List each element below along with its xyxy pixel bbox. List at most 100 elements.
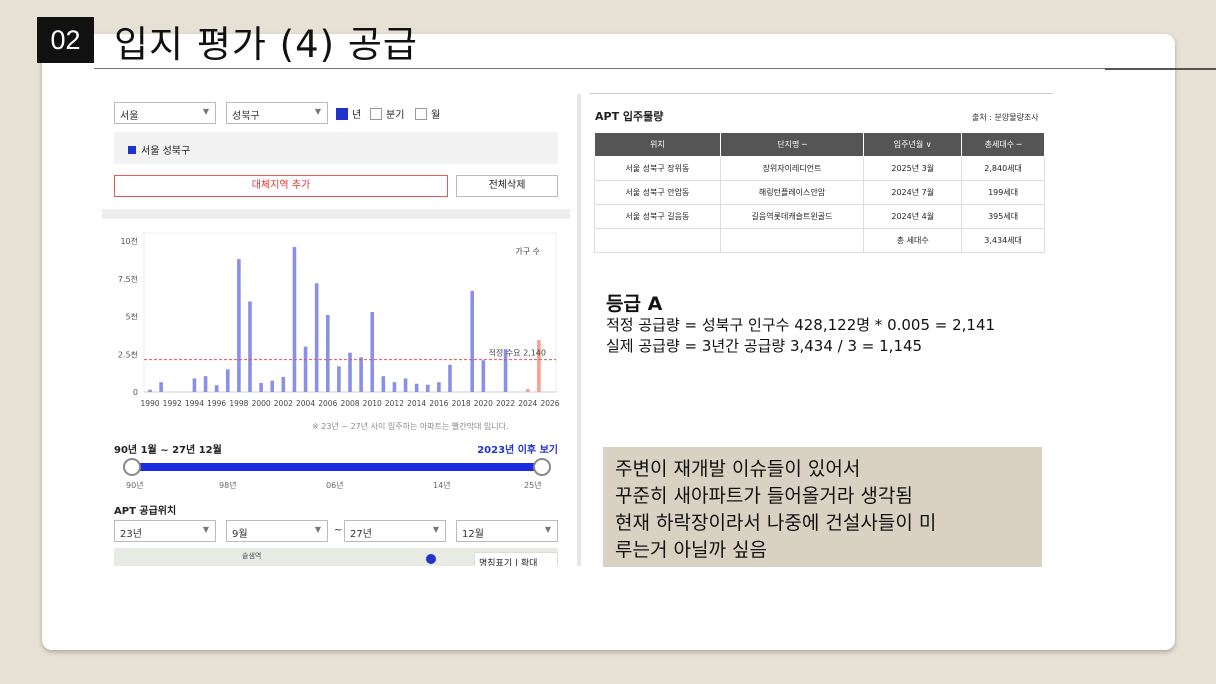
chevron-down-icon: ▼ (202, 525, 209, 534)
slider-tick-label: 14년 (433, 481, 451, 490)
comment-box: 주변이 재개발 이슈들이 있어서 꾸준히 새아파트가 들어올거라 생각됨 현재 … (603, 447, 1042, 567)
slider-tick-label: 90년 (126, 481, 144, 490)
table-cell: 서울 성북구 장위동 (594, 156, 721, 181)
comment-line: 루는거 아닐까 싶음 (615, 539, 767, 561)
column-header-complex[interactable]: 단지명 ─ (719, 132, 865, 157)
apt-location-label: APT 공급위치 (114, 506, 177, 517)
bar-2009 (359, 357, 363, 392)
column-header-move-in[interactable]: 입주년월 ∨ (863, 132, 963, 157)
since-2023-link[interactable]: 2023년 이후 보기 (477, 441, 558, 456)
slider-tick-label: 25년 (524, 481, 542, 490)
checkbox-label: 분기 (386, 110, 405, 121)
total-label: 총 세대수 (863, 228, 963, 253)
bar-2011 (381, 376, 386, 392)
map-controls[interactable]: 명칭표기 | 확대 (474, 552, 558, 566)
checkbox-quarter[interactable]: 분기 (370, 106, 404, 121)
section-divider (102, 209, 570, 219)
x-tick-label: 2026 (540, 399, 559, 408)
district-select[interactable]: 성북구 ▼ (226, 102, 328, 124)
x-tick-label: 2020 (474, 399, 493, 408)
x-tick-label: 1992 (163, 399, 182, 408)
comment-line: 꾸준히 새아파트가 들어올거라 생각됨 (615, 485, 913, 507)
city-select[interactable]: 서울 ▼ (114, 102, 216, 124)
table-cell (719, 228, 865, 253)
checkbox-month[interactable]: 월 (415, 106, 440, 121)
checkbox-year[interactable]: 년 (336, 106, 361, 121)
bar-1998 (237, 259, 241, 392)
y-tick-label: 0 (133, 388, 138, 397)
column-header-units[interactable]: 총세대수 ─ (961, 132, 1045, 157)
to-year-select[interactable]: 27년 ▼ (344, 520, 446, 542)
bar-1999 (248, 301, 252, 392)
table-cell: 서울 성북구 안암동 (594, 180, 721, 205)
y-tick-label: 7.5천 (118, 274, 138, 284)
to-month-select[interactable]: 12월 ▼ (456, 520, 558, 542)
bar-2013 (403, 378, 408, 392)
from-month-value: 9월 (232, 529, 248, 540)
bar-2000 (259, 382, 263, 392)
total-value: 3,434세대 (961, 228, 1045, 253)
range-tilde: ~ (334, 525, 343, 536)
period-slider-start-handle[interactable] (123, 458, 141, 476)
table-cell: 서울 성북구 길음동 (594, 204, 721, 229)
apt-location-map[interactable]: 솔샘역 명칭표기 | 확대 (114, 548, 558, 566)
period-slider-track[interactable] (132, 463, 542, 471)
checkbox-label: 월 (431, 110, 441, 121)
from-month-select[interactable]: 9월 ▼ (226, 520, 328, 542)
y-tick-label: 2.5천 (118, 349, 138, 359)
column-header-location[interactable]: 위치 (594, 132, 721, 157)
x-tick-label: 2006 (318, 399, 337, 408)
x-tick-label: 2008 (340, 399, 359, 408)
table-top-line (590, 93, 1053, 94)
grade-summary: 등급 A 적정 공급량 = 성북구 인구수 428,122명 * 0.005 =… (606, 294, 995, 357)
period-slider-end-handle[interactable] (533, 458, 551, 476)
table-cell: 395세대 (961, 204, 1045, 229)
table-cell: 2024년 7월 (863, 180, 963, 205)
x-tick-label: 2022 (496, 399, 515, 408)
slide-number: 02 (37, 17, 94, 63)
bar-2002 (281, 376, 286, 392)
bar-2020 (481, 360, 486, 392)
grade-title: 등급 A (606, 293, 663, 315)
bar-1991 (159, 382, 163, 392)
x-tick-label: 2002 (274, 399, 293, 408)
bar-2007 (337, 366, 341, 392)
selected-region-label: 서울 성북구 (141, 146, 191, 157)
chart-note: ※ 23년 ~ 27년 사이 입주하는 아파트는 빨간막대 입니다. (312, 422, 509, 431)
table-header-row: 위치 단지명 ─ 입주년월 ∨ 총세대수 ─ (594, 132, 1045, 157)
chevron-down-icon: ▼ (202, 107, 209, 116)
bar-2016 (437, 382, 441, 392)
bar-2001 (270, 380, 275, 392)
table-cell: 장위자이레디언트 (719, 156, 865, 181)
comment-line: 주변이 재개발 이슈들이 있어서 (615, 458, 861, 480)
table-total-row: 총 세대수 3,434세대 (594, 228, 1045, 253)
bar-1997 (225, 369, 230, 392)
bar-2004 (303, 346, 308, 392)
bar-2010 (370, 311, 375, 392)
chevron-down-icon: ▼ (314, 525, 321, 534)
x-tick-label: 1994 (185, 399, 204, 408)
add-region-button[interactable]: 대체지역 추가 (114, 175, 448, 197)
apt-supply-table: 위치 단지명 ─ 입주년월 ∨ 총세대수 ─ 서울 성북구 장위동 장위자이레디… (594, 132, 1045, 253)
bar-1996 (214, 385, 219, 392)
table-cell: 길음역롯데캐슬트윈골드 (719, 204, 865, 229)
bar-1990 (148, 389, 152, 392)
slide-title: 입지 평가 (4) 공급 (114, 23, 418, 66)
from-year-select[interactable]: 23년 ▼ (114, 520, 216, 542)
map-pin-icon[interactable] (426, 554, 436, 564)
slider-tick-label: 06년 (326, 481, 344, 490)
bar-2024 (525, 388, 530, 392)
checkbox-checked-icon (336, 107, 348, 120)
checkbox-icon (415, 107, 427, 120)
legend-square-icon (128, 146, 136, 154)
to-year-value: 27년 (350, 529, 372, 540)
bar-2017 (448, 364, 452, 392)
bar-2008 (348, 352, 352, 392)
delete-all-button[interactable]: 전체삭제 (456, 175, 558, 197)
x-tick-label: 1990 (140, 399, 159, 408)
to-month-value: 12월 (462, 529, 484, 540)
table-cell (594, 228, 721, 253)
table-row: 서울 성북구 길음동 길음역롯데캐슬트윈골드 2024년 4월 395세대 (594, 204, 1045, 229)
y-tick-label: 10천 (120, 236, 138, 246)
x-tick-label: 2024 (518, 399, 537, 408)
